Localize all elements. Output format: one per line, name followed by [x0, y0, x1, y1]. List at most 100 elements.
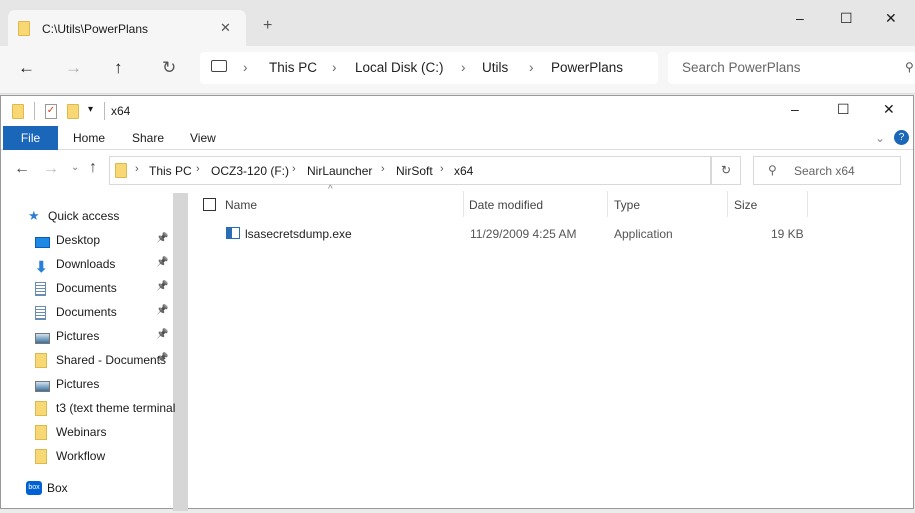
- close-button[interactable]: ✕: [883, 101, 895, 118]
- select-all-checkbox[interactable]: [203, 198, 216, 211]
- nav-item[interactable]: Shared - Documents: [35, 349, 175, 371]
- pictures-icon: [35, 377, 50, 395]
- nav-item-label: Documents: [56, 281, 117, 295]
- column-date-modified[interactable]: Date modified: [469, 198, 543, 212]
- crumb[interactable]: Local Disk (C:): [355, 60, 444, 75]
- refresh-button[interactable]: ↻: [162, 58, 176, 78]
- nav-item-label: Desktop: [56, 233, 101, 247]
- search-input[interactable]: Search PowerPlans ⚲: [668, 52, 915, 84]
- refresh-button[interactable]: ↻: [711, 156, 741, 185]
- ribbon-tabs: File Home Share View ⌄ ?: [1, 126, 913, 150]
- nav-item[interactable]: ⬇ Downloads: [35, 253, 175, 275]
- file-date: 11/29/2009 4:25 AM: [470, 227, 577, 241]
- nav-item[interactable]: t3 (text theme terminal): [35, 397, 175, 419]
- up-button[interactable]: ↑: [114, 58, 123, 78]
- nav-item[interactable]: Documents: [35, 301, 175, 323]
- maximize-button[interactable]: ☐: [837, 101, 850, 118]
- properties-icon[interactable]: ✓: [45, 104, 57, 119]
- crumb[interactable]: This PC: [269, 60, 317, 75]
- recent-locations-icon[interactable]: ⌄: [71, 162, 79, 173]
- crumb[interactable]: NirSoft: [396, 164, 433, 178]
- explorer-window: ✓ ▾ x64 – ☐ ✕ File Home Share View ⌄ ? ←…: [0, 95, 914, 511]
- nav-item[interactable]: Workflow: [35, 445, 175, 467]
- bg-navbar: ← → ↑ ↻ › This PC › Local Disk (C:) › Ut…: [0, 46, 915, 94]
- pin-icon: 📌: [156, 305, 169, 316]
- expand-ribbon-icon[interactable]: ⌄: [875, 126, 885, 150]
- computer-icon: [211, 60, 227, 72]
- tab-view[interactable]: View: [190, 126, 216, 150]
- maximize-button[interactable]: ☐: [840, 10, 853, 27]
- quick-access[interactable]: ★ Quick access: [28, 205, 168, 227]
- pin-icon: 📌: [156, 233, 169, 244]
- bg-tab[interactable]: C:\Utils\PowerPlans ✕: [8, 10, 246, 46]
- nav-item[interactable]: Pictures: [35, 325, 175, 347]
- nav-item-box[interactable]: box Box: [26, 477, 166, 499]
- nav-item-label: Pictures: [56, 377, 100, 391]
- nav-item-label: Webinars: [56, 425, 107, 439]
- minimize-button[interactable]: –: [791, 101, 799, 117]
- customize-qat-icon[interactable]: ▾: [88, 104, 93, 115]
- nav-item-label: Pictures: [56, 329, 100, 343]
- address-bar[interactable]: › This PC › OCZ3-120 (F:) › NirLauncher …: [109, 156, 711, 185]
- nav-item-label: Shared - Documents: [56, 353, 167, 367]
- minimize-button[interactable]: –: [796, 10, 804, 26]
- nav-item-label: Documents: [56, 305, 117, 319]
- nav-item[interactable]: Webinars: [35, 421, 175, 443]
- back-button[interactable]: ←: [14, 160, 30, 178]
- folder-icon: [12, 104, 24, 119]
- column-type[interactable]: Type: [614, 198, 640, 212]
- tab-title: C:\Utils\PowerPlans: [42, 22, 149, 36]
- folder-icon: [18, 21, 30, 36]
- forward-button[interactable]: →: [43, 160, 59, 178]
- new-tab-button[interactable]: +: [263, 17, 272, 35]
- column-size[interactable]: Size: [734, 198, 757, 212]
- folder-icon: [115, 163, 127, 178]
- folder-icon: [35, 353, 47, 371]
- tab-file[interactable]: File: [3, 126, 58, 150]
- box-icon: box: [26, 481, 42, 495]
- folder-icon: [35, 425, 47, 443]
- tab-share[interactable]: Share: [132, 126, 164, 150]
- file-name[interactable]: lsasecretsdump.exe: [245, 227, 352, 241]
- search-placeholder: Search PowerPlans: [682, 60, 801, 75]
- search-input[interactable]: ⚲ Search x64: [753, 156, 901, 185]
- desktop-icon: [35, 233, 50, 251]
- nav-item[interactable]: Documents: [35, 277, 175, 299]
- nav-item[interactable]: Pictures: [35, 373, 175, 395]
- crumb[interactable]: x64: [454, 164, 473, 178]
- crumb[interactable]: PowerPlans: [551, 60, 623, 75]
- folder-icon: [35, 449, 47, 467]
- new-folder-icon[interactable]: [67, 104, 79, 119]
- pictures-icon: [35, 329, 50, 347]
- back-button[interactable]: ←: [18, 58, 35, 78]
- tab-close-icon[interactable]: ✕: [220, 20, 231, 36]
- pin-icon: 📌: [156, 353, 169, 364]
- sort-ascending-icon: ^: [328, 184, 333, 195]
- pin-icon: 📌: [156, 257, 169, 268]
- crumb[interactable]: NirLauncher: [307, 164, 372, 178]
- crumb[interactable]: This PC: [149, 164, 192, 178]
- document-icon: [35, 305, 46, 323]
- column-name[interactable]: Name: [225, 198, 257, 212]
- pin-icon: 📌: [156, 281, 169, 292]
- search-icon: ⚲: [905, 60, 914, 74]
- close-button[interactable]: ✕: [885, 10, 897, 27]
- window-title: x64: [111, 104, 131, 118]
- forward-button[interactable]: →: [65, 58, 82, 78]
- search-icon: ⚲: [768, 163, 777, 177]
- crumb[interactable]: Utils: [482, 60, 508, 75]
- address-bar[interactable]: › This PC › Local Disk (C:) › Utils › Po…: [200, 52, 658, 84]
- nav-item[interactable]: Desktop: [35, 229, 175, 251]
- nav-item-label: Workflow: [56, 449, 106, 463]
- nav-item-label: Downloads: [56, 257, 116, 271]
- pin-icon: 📌: [156, 329, 169, 340]
- help-icon[interactable]: ?: [894, 130, 909, 145]
- file-size: 19 KB: [771, 227, 804, 241]
- up-button[interactable]: ↑: [89, 159, 97, 177]
- application-icon: [226, 227, 240, 239]
- nav-item-label: t3 (text theme terminal): [56, 401, 175, 415]
- star-icon: ★: [28, 208, 40, 223]
- tab-home[interactable]: Home: [73, 126, 105, 150]
- crumb[interactable]: OCZ3-120 (F:): [211, 164, 289, 178]
- download-icon: ⬇: [35, 259, 48, 275]
